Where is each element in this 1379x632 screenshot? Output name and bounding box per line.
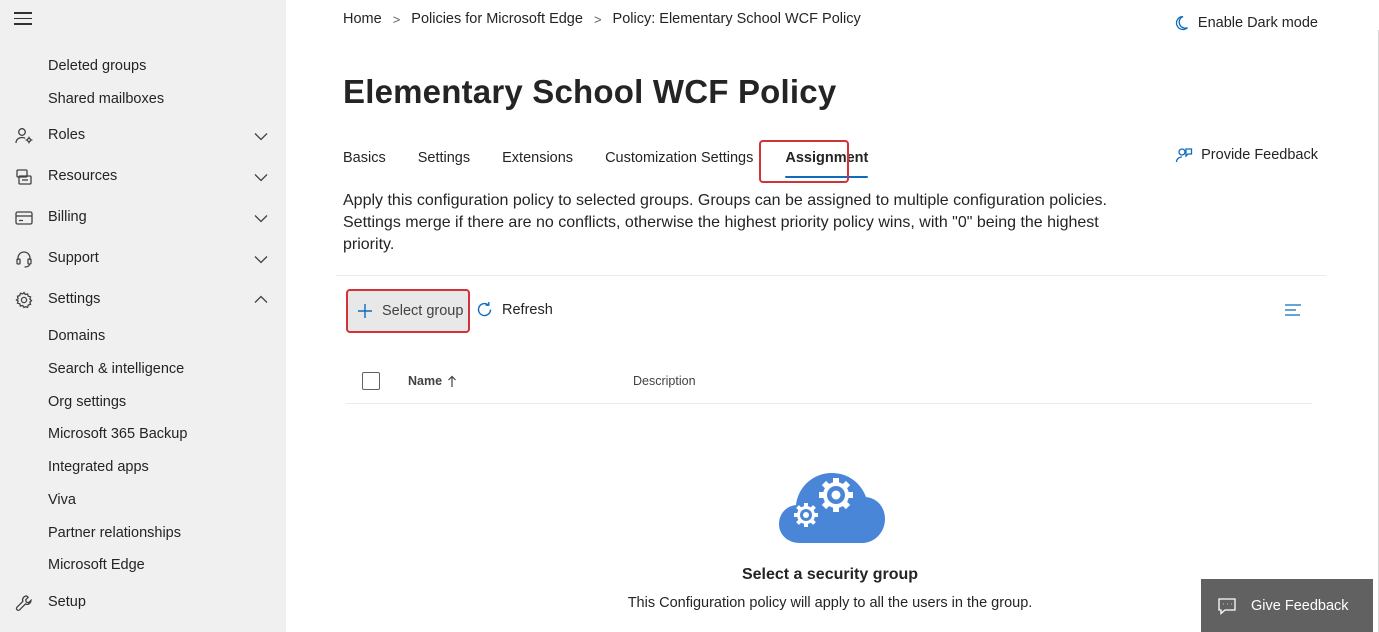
dark-mode-label: Enable Dark mode xyxy=(1197,15,1318,31)
column-header-description[interactable]: Description xyxy=(633,374,696,388)
divider xyxy=(336,275,1326,276)
tab-customization-settings[interactable]: Customization Settings xyxy=(605,140,753,180)
sidebar-item-microsoft-edge[interactable]: Microsoft Edge xyxy=(48,557,145,573)
sidebar-item-label: Resources xyxy=(48,168,118,184)
sidebar-item-label: Settings xyxy=(48,291,101,307)
table-header: Name Description xyxy=(346,364,1312,404)
breadcrumb-current: Policy: Elementary School WCF Policy xyxy=(612,11,861,27)
sidebar-item-search-intelligence[interactable]: Search & intelligence xyxy=(48,361,184,377)
breadcrumb-separator: > xyxy=(392,11,401,27)
sidebar-item-org-settings[interactable]: Org settings xyxy=(48,394,126,410)
give-feedback-label: Give Feedback xyxy=(1251,597,1349,614)
breadcrumb: Home > Policies for Microsoft Edge > Pol… xyxy=(343,11,861,27)
page-title: Elementary School WCF Policy xyxy=(343,73,837,110)
provide-feedback-label: Provide Feedback xyxy=(1201,147,1318,163)
roles-icon xyxy=(15,128,33,144)
sidebar-item-settings[interactable]: Settings xyxy=(0,285,286,315)
sidebar-item-partner-relationships[interactable]: Partner relationships xyxy=(48,525,181,541)
chevron-down-icon xyxy=(254,133,268,141)
tab-extensions[interactable]: Extensions xyxy=(502,140,573,180)
chevron-down-icon xyxy=(254,174,268,182)
headset-icon xyxy=(16,251,32,268)
gear-icon xyxy=(15,291,33,309)
select-group-button[interactable]: Select group xyxy=(346,289,470,333)
chevron-down-icon xyxy=(254,215,268,223)
tab-settings[interactable]: Settings xyxy=(418,140,470,180)
sidebar-item-label: Billing xyxy=(48,209,87,225)
assignment-description: Apply this configuration policy to selec… xyxy=(343,192,1107,253)
tab-basics[interactable]: Basics xyxy=(343,140,386,180)
column-header-name[interactable]: Name xyxy=(408,374,457,388)
select-group-label: Select group xyxy=(382,303,464,319)
feedback-person-icon xyxy=(1175,148,1193,163)
tab-list: Basics Settings Extensions Customization… xyxy=(343,140,900,180)
list-filter-icon[interactable] xyxy=(1284,303,1302,317)
sidebar-item-m365-backup[interactable]: Microsoft 365 Backup xyxy=(48,426,187,442)
sort-ascending-icon xyxy=(448,375,456,387)
hamburger-menu-icon[interactable] xyxy=(14,12,34,28)
breadcrumb-policies[interactable]: Policies for Microsoft Edge xyxy=(411,11,583,27)
sidebar-item-roles[interactable]: Roles xyxy=(0,121,286,151)
sidebar-item-label: Roles xyxy=(48,127,86,143)
chevron-down-icon xyxy=(254,256,268,264)
dark-mode-toggle[interactable]: Enable Dark mode xyxy=(1172,14,1318,32)
sidebar-item-viva[interactable]: Viva xyxy=(48,492,76,508)
plus-icon xyxy=(358,304,372,318)
breadcrumb-separator: > xyxy=(593,11,602,27)
tab-assignment[interactable]: Assignment xyxy=(785,140,869,180)
sidebar-item-billing[interactable]: Billing xyxy=(0,203,286,233)
column-name-label: Name xyxy=(408,374,443,388)
cloud-settings-icon xyxy=(779,473,885,543)
sidebar-item-deleted-groups[interactable]: Deleted groups xyxy=(48,58,146,74)
sidebar-item-integrated-apps[interactable]: Integrated apps xyxy=(48,459,149,475)
breadcrumb-home[interactable]: Home xyxy=(343,11,382,27)
sidebar-item-support[interactable]: Support xyxy=(0,244,286,274)
sidebar-item-setup[interactable]: Setup xyxy=(0,588,286,618)
left-navigation: Deleted groups Shared mailboxes Roles Re… xyxy=(0,0,286,632)
sidebar-item-shared-mailboxes[interactable]: Shared mailboxes xyxy=(48,91,164,107)
select-all-checkbox[interactable] xyxy=(362,372,380,390)
resources-icon xyxy=(16,169,32,185)
sidebar-item-domains[interactable]: Domains xyxy=(48,328,105,344)
give-feedback-button[interactable]: Give Feedback xyxy=(1201,579,1373,632)
sidebar-item-label: Setup xyxy=(48,594,86,610)
wrench-icon xyxy=(15,595,32,611)
main-content: Home > Policies for Microsoft Edge > Pol… xyxy=(286,0,1379,632)
chat-bubble-icon xyxy=(1218,597,1236,615)
refresh-label: Refresh xyxy=(502,301,553,318)
refresh-icon xyxy=(477,302,492,317)
chevron-up-icon xyxy=(254,295,268,303)
billing-icon xyxy=(15,211,33,225)
provide-feedback-button[interactable]: Provide Feedback xyxy=(1175,146,1318,164)
moon-icon xyxy=(1175,15,1188,31)
refresh-button[interactable]: Refresh xyxy=(475,300,553,319)
sidebar-item-resources[interactable]: Resources xyxy=(0,162,286,192)
sidebar-item-label: Support xyxy=(48,250,99,266)
